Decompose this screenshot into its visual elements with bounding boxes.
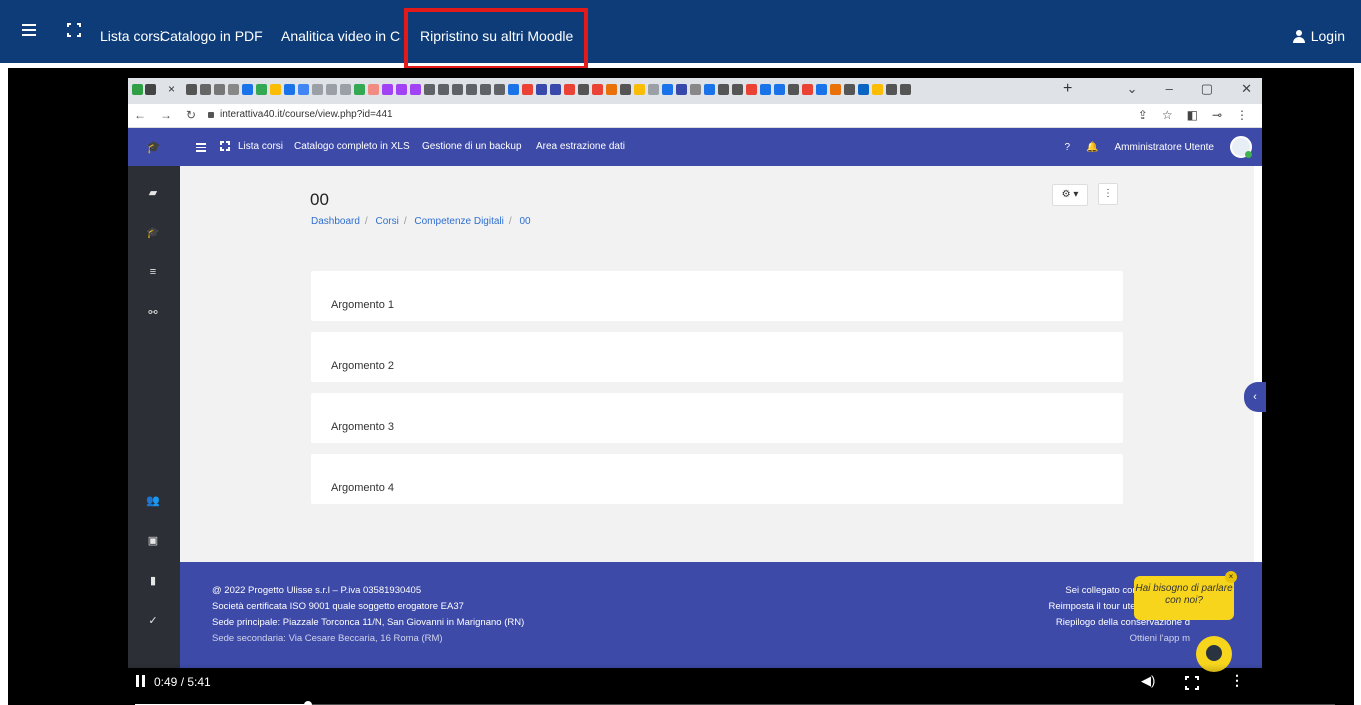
footer-line: @ 2022 Progetto Ulisse s.r.l – P.iva 035… (212, 585, 422, 596)
footer-get-app[interactable]: Ottieni l'app m (1130, 632, 1190, 645)
video-progress-knob[interactable] (303, 701, 312, 705)
course-settings-button[interactable]: ⚙ ▾ (1052, 184, 1088, 206)
moodle-link-catalogo-xls[interactable]: Catalogo completo in XLS (294, 141, 410, 152)
forward-icon[interactable]: → (160, 108, 172, 122)
drawer-toggle-button[interactable]: ‹ (1244, 382, 1266, 412)
moodle-footer: @ 2022 Progetto Ulisse s.r.l – P.iva 035… (180, 562, 1262, 668)
star-icon[interactable]: ☆ (1162, 108, 1173, 122)
video-controls: 0:49 / 5:41 ◀) ⋮ (8, 664, 1354, 705)
moodle-link-lista-corsi[interactable]: Lista corsi (238, 141, 283, 152)
sitemap-icon[interactable]: ⚯ (146, 306, 160, 319)
users-icon[interactable]: 👥 (146, 494, 160, 507)
list-icon[interactable]: ≡ (146, 266, 160, 278)
site-header: Lista corsi Catalogo in PDF Analitica vi… (0, 0, 1361, 70)
breadcrumb-dashboard[interactable]: Dashboard (311, 216, 360, 227)
video-time: 0:49 / 5:41 (154, 675, 211, 689)
nav-link-lista-corsi[interactable]: Lista corsi (100, 28, 163, 44)
archive-icon[interactable]: ▣ (146, 534, 160, 547)
share-icon[interactable]: ⇪ (1138, 108, 1148, 122)
footer-line: Sede secondaria: Via Cesare Beccaria, 16… (212, 633, 443, 644)
maximize-icon[interactable]: ▢ (1201, 81, 1213, 97)
user-icon (1292, 29, 1305, 43)
browser-nav-buttons: ← → ↻ (134, 108, 196, 122)
login-label: Login (1310, 28, 1345, 44)
menu-icon[interactable] (22, 24, 36, 36)
course-sections: Argomento 1 Argomento 2 Argomento 3 Argo… (311, 271, 1123, 515)
minimize-icon[interactable]: – (1166, 81, 1173, 97)
moodle-navbar: 🎓 Lista corsi Catalogo completo in XLS G… (128, 128, 1262, 166)
reload-icon[interactable]: ↻ (186, 108, 196, 122)
book-icon[interactable]: ▰ (146, 186, 160, 199)
moodle-link-gestione-backup[interactable]: Gestione di un backup (422, 141, 522, 152)
course-main: 00 Dashboard / Corsi / Competenze Digitali… (180, 166, 1254, 562)
extension-icon[interactable]: ⊸ (1212, 108, 1222, 122)
footer-line: Sede principale: Piazzale Torconca 11/N,… (212, 617, 525, 628)
lock-icon (208, 112, 214, 118)
close-window-icon[interactable]: ✕ (1241, 81, 1252, 97)
highlight-box (404, 8, 588, 70)
list-item[interactable]: Argomento 3 (311, 393, 1123, 443)
address-bar: ← → ↻ interattiva40.it/course/view.php?i… (128, 104, 1262, 128)
brush-icon[interactable]: ✓ (146, 614, 160, 627)
nav-link-catalogo-pdf[interactable]: Catalogo in PDF (160, 28, 263, 44)
login-button[interactable]: Login (1292, 28, 1345, 44)
avatar[interactable] (1230, 136, 1252, 158)
user-name[interactable]: Amministratore Utente (1115, 142, 1214, 153)
browser-window: × + ⌄ – ▢ ✕ ← → ↻ interattiva40.it/cours… (128, 78, 1266, 668)
window-controls: ⌄ – ▢ ✕ (1127, 81, 1252, 97)
chat-bubble[interactable]: Hai bisogno di parlare con noi? (1134, 576, 1234, 620)
url-text[interactable]: interattiva40.it/course/view.php?id=441 (220, 109, 393, 120)
page-title: 00 (310, 190, 329, 209)
section-title[interactable]: Argomento 4 (321, 468, 394, 494)
section-title[interactable]: Argomento 1 (321, 285, 394, 311)
sidepanel-icon[interactable]: ◧ (1187, 108, 1198, 122)
video-player[interactable]: × + ⌄ – ▢ ✕ ← → ↻ interattiva40.it/cours… (8, 68, 1354, 705)
list-item[interactable]: Argomento 2 (311, 332, 1123, 382)
moodle-sidebar: ▰ 🎓 ≡ ⚯ 👥 ▣ ▮ ✓ (128, 166, 180, 668)
volume-icon[interactable]: ◀) (1141, 673, 1155, 689)
breadcrumb-current[interactable]: 00 (519, 216, 530, 227)
breadcrumb-competenze[interactable]: Competenze Digitali (414, 216, 504, 227)
kebab-menu-icon[interactable]: ⋮ (1236, 108, 1248, 122)
graduation-cap-icon[interactable]: 🎓 (146, 140, 161, 154)
menu-icon[interactable] (196, 143, 206, 154)
footer-line: Società certificata ISO 9001 quale sogge… (212, 601, 464, 612)
breadcrumb: Dashboard / Corsi / Competenze Digitali/ 0… (311, 216, 531, 227)
moodle-link-area-estrazione[interactable]: Area estrazione dati (536, 141, 625, 152)
help-icon[interactable]: ? (1065, 142, 1071, 153)
bell-icon[interactable]: 🔔 (1086, 142, 1098, 153)
fullscreen-icon[interactable] (1185, 676, 1199, 690)
file-icon[interactable]: ▮ (146, 574, 160, 587)
chevron-down-icon[interactable]: ⌄ (1127, 81, 1138, 97)
section-title[interactable]: Argomento 2 (321, 346, 394, 372)
section-title[interactable]: Argomento 3 (321, 407, 394, 433)
close-icon[interactable]: × (1225, 571, 1237, 583)
kebab-menu-icon[interactable]: ⋮ (1230, 672, 1244, 689)
moodle-user-area: ? 🔔 Amministratore Utente (1065, 136, 1252, 158)
tab-favicons-more[interactable] (186, 84, 911, 95)
fullscreen-icon[interactable] (67, 23, 81, 37)
browser-tabbar: × + ⌄ – ▢ ✕ (128, 78, 1262, 104)
breadcrumb-corsi[interactable]: Corsi (375, 216, 398, 227)
fullscreen-icon[interactable] (220, 141, 230, 151)
tab-favicons[interactable] (132, 84, 156, 95)
list-item[interactable]: Argomento 1 (311, 271, 1123, 321)
address-bar-icons: ⇪ ☆ ◧ ⊸ ⋮ (1138, 108, 1248, 122)
site-navbar: Lista corsi Catalogo in PDF Analitica vi… (0, 0, 1361, 63)
graduation-cap-icon[interactable]: 🎓 (146, 226, 160, 239)
list-item[interactable]: Argomento 4 (311, 454, 1123, 504)
new-tab-icon[interactable]: + (1063, 80, 1072, 98)
pause-icon[interactable] (136, 675, 148, 687)
close-tab-icon[interactable]: × (168, 82, 175, 96)
course-more-button[interactable]: ⋮ (1098, 183, 1118, 205)
nav-link-analitica-video[interactable]: Analitica video in CSV (281, 28, 401, 44)
back-icon[interactable]: ← (134, 108, 146, 122)
